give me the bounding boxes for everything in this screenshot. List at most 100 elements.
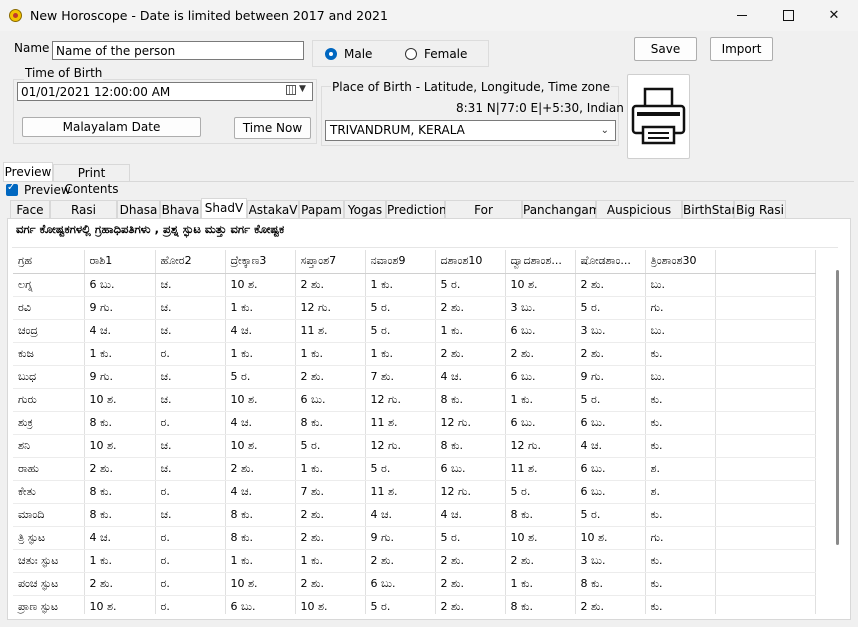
varga-cell: 5 ರ. xyxy=(365,296,436,320)
close-button[interactable]: ✕ xyxy=(811,0,857,31)
tab-bhava[interactable]: Bhava xyxy=(160,200,201,219)
import-button[interactable]: Import xyxy=(710,37,773,61)
varga-cell: 6 ಬು. xyxy=(505,319,576,343)
varga-cell: 8 ಕು. xyxy=(225,526,296,550)
name-input[interactable] xyxy=(52,41,304,60)
table-row: ತ್ರಿ ಸ್ಫುಟ 4 ಚ. ರ. 8 ಕು. 2 ಶು. 9 ಗು. 5 ರ. 10 ಶ.… xyxy=(13,526,816,550)
varga-cell: ಶ. xyxy=(645,457,716,481)
shadv-panel: ವರ್ಗ ಕೋಷ್ಟಕಗಳಲ್ಲಿ ಗ್ರಹಾಧಿಪತಿಗಳು , ಪ್ರಶ್ನ… xyxy=(7,218,851,620)
table-row: ಪ್ರಾಣ ಸ್ಫುಟ 10 ಶ. ರ. 6 ಬು. 10 ಶ. 5 ರ. 2 ಶು. 8 ಕ… xyxy=(13,595,816,614)
tab-birthstar[interactable]: BirthStar xyxy=(682,200,736,219)
column-header: ಸಪ್ತಾಂಶ7 xyxy=(295,250,366,274)
varga-cell: 8 ಕು. xyxy=(435,434,506,458)
tab-face[interactable]: Face xyxy=(10,200,50,219)
name-label: Name xyxy=(14,41,50,55)
varga-cell: 10 ಶ. xyxy=(225,273,296,297)
tab-for-astrologer[interactable]: For Astrologer xyxy=(445,200,522,236)
varga-cell: ರ. xyxy=(155,526,226,550)
varga-cell: 1 ಕು. xyxy=(295,549,366,573)
scrollbar-thumb[interactable] xyxy=(836,270,839,545)
table-row: ರವಿ 9 ಗು. ಚ. 1 ಕು. 12 ಗು. 5 ರ. 2 ಶು. 3 ಬು. 5 ರ. ಗ… xyxy=(13,296,816,320)
varga-cell: 1 ಕು. xyxy=(84,342,156,366)
varga-cell: ಕು. xyxy=(645,503,716,527)
varga-cell: 2 ಶು. xyxy=(84,572,156,596)
varga-cell: 5 ರ. xyxy=(435,273,506,297)
row-filler xyxy=(715,595,816,614)
window-title: New Horoscope - Date is limited between … xyxy=(30,8,388,23)
minimize-button[interactable] xyxy=(719,0,765,31)
varga-cell: 8 ಕು. xyxy=(84,503,156,527)
varga-cell: 10 ಶ. xyxy=(295,595,366,614)
time-now-button[interactable]: Time Now xyxy=(234,117,311,139)
tab-big-rasi[interactable]: Big Rasi xyxy=(734,200,786,219)
varga-cell: 4 ಚ. xyxy=(575,434,646,458)
birth-datetime-picker[interactable]: 01/01/2021 12:00:00 AM ▼ xyxy=(17,82,313,101)
varga-cell: 5 ರ. xyxy=(225,365,296,389)
planet-cell: ಚಂದ್ರ xyxy=(13,319,85,343)
varga-cell: 2 ಶು. xyxy=(295,273,366,297)
calendar-icon[interactable] xyxy=(286,85,296,95)
row-filler xyxy=(715,273,816,297)
vertical-scrollbar[interactable] xyxy=(834,250,842,614)
tab-panchangam[interactable]: Panchangam xyxy=(522,200,600,219)
place-dropdown[interactable]: TRIVANDRUM, KERALA ⌄ xyxy=(325,120,616,141)
varga-cell: ರ. xyxy=(155,572,226,596)
varga-cell: 10 ಶ. xyxy=(225,572,296,596)
varga-cell: 6 ಬು. xyxy=(575,480,646,504)
varga-cell: 1 ಕು. xyxy=(295,342,366,366)
table-row: ಶುಕ್ರ 8 ಕು. ರ. 4 ಚ. 8 ಕು. 11 ಶ. 12 ಗು. 6 ಬು. 6 ಬ… xyxy=(13,411,816,435)
printer-icon xyxy=(631,87,686,145)
varga-cell: ರ. xyxy=(155,549,226,573)
preview-checkbox[interactable] xyxy=(6,182,18,196)
planet-cell: ಶನಿ xyxy=(13,434,85,458)
varga-cell: 1 ಕು. xyxy=(365,342,436,366)
varga-cell: ಕು. xyxy=(645,411,716,435)
male-radio[interactable] xyxy=(325,48,337,60)
varga-cell: ಬು. xyxy=(645,319,716,343)
tab-print-contents[interactable]: Print Contents xyxy=(53,164,130,196)
close-icon: ✕ xyxy=(828,8,840,23)
varga-cell: 5 ರ. xyxy=(295,434,366,458)
tab-dhasa[interactable]: Dhasa xyxy=(117,200,160,219)
varga-cell: ರ. xyxy=(155,480,226,504)
tab-prediction[interactable]: Prediction xyxy=(386,200,447,219)
birth-datetime-value: 01/01/2021 12:00:00 AM xyxy=(21,85,171,99)
column-header: ತ್ರಿಂಶಾಂಶ30 xyxy=(645,250,716,274)
varga-cell: 5 ರ. xyxy=(575,296,646,320)
varga-cell: 10 ಶ. xyxy=(505,273,576,297)
varga-cell: ಚ. xyxy=(155,503,226,527)
tab-yogas[interactable]: Yogas xyxy=(344,200,386,219)
varga-cell: 4 ಚ. xyxy=(435,503,506,527)
print-button[interactable] xyxy=(627,74,690,159)
varga-cell: 1 ಕು. xyxy=(225,296,296,320)
preview-checkbox-label: Preview xyxy=(24,183,71,197)
tab-astakav[interactable]: AstakaV xyxy=(247,200,299,219)
varga-cell: 4 ಚ. xyxy=(84,526,156,550)
varga-cell: 12 ಗು. xyxy=(365,434,436,458)
varga-cell: 1 ಕು. xyxy=(225,549,296,573)
tab-preview[interactable]: Preview xyxy=(3,162,53,182)
table-row: ಪಂಚ ಸ್ಫುಟ 2 ಶು. ರ. 10 ಶ. 2 ಶು. 6 ಬು. 2 ಶು. 1 ಕು… xyxy=(13,572,816,596)
column-header: ದ್ರೇಕ್ಕಾಣ3 xyxy=(225,250,296,274)
planet-cell: ರಾಹು xyxy=(13,457,85,481)
chevron-down-icon[interactable]: ▼ xyxy=(299,84,306,94)
female-radio[interactable] xyxy=(405,48,417,60)
varga-cell: 10 ಶ. xyxy=(225,388,296,412)
row-filler xyxy=(715,457,816,481)
shadvarga-table: ಗ್ರಹ ರಾಶಿ1 ಹೋರ2 ದ್ರೇಕ್ಕಾಣ3 ಸಪ್ತಾಂಶ7 ನವಾಂಶ9 ದಶಾ… xyxy=(13,250,831,614)
save-button[interactable]: Save xyxy=(634,37,697,61)
varga-cell: 9 ಗು. xyxy=(365,526,436,550)
malayalam-date-button[interactable]: Malayalam Date xyxy=(22,117,201,137)
table-row: ಚತುಃ ಸ್ಫುಟ 1 ಕು. ರ. 1 ಕು. 1 ಕು. 2 ಶು. 2 ಶು. 2 ಶ… xyxy=(13,549,816,573)
planet-cell: ರವಿ xyxy=(13,296,85,320)
tab-auspicious-time[interactable]: Auspicious time xyxy=(596,200,682,236)
tab-rasi-charts[interactable]: Rasi Charts xyxy=(50,200,117,236)
varga-cell: 8 ಕು. xyxy=(84,411,156,435)
chevron-down-icon: ⌄ xyxy=(600,125,609,136)
shadvarga-grid: ಗ್ರಹ ರಾಶಿ1 ಹೋರ2 ದ್ರೇಕ್ಕಾಣ3 ಸಪ್ತಾಂಶ7 ನವಾಂಶ9 ದಶಾ… xyxy=(13,250,816,614)
maximize-button[interactable] xyxy=(765,0,811,31)
tab-papam[interactable]: Papam xyxy=(299,200,344,219)
varga-cell: 11 ಶ. xyxy=(365,411,436,435)
minimize-icon xyxy=(737,15,747,16)
tab-shadv[interactable]: ShadV xyxy=(201,198,247,219)
